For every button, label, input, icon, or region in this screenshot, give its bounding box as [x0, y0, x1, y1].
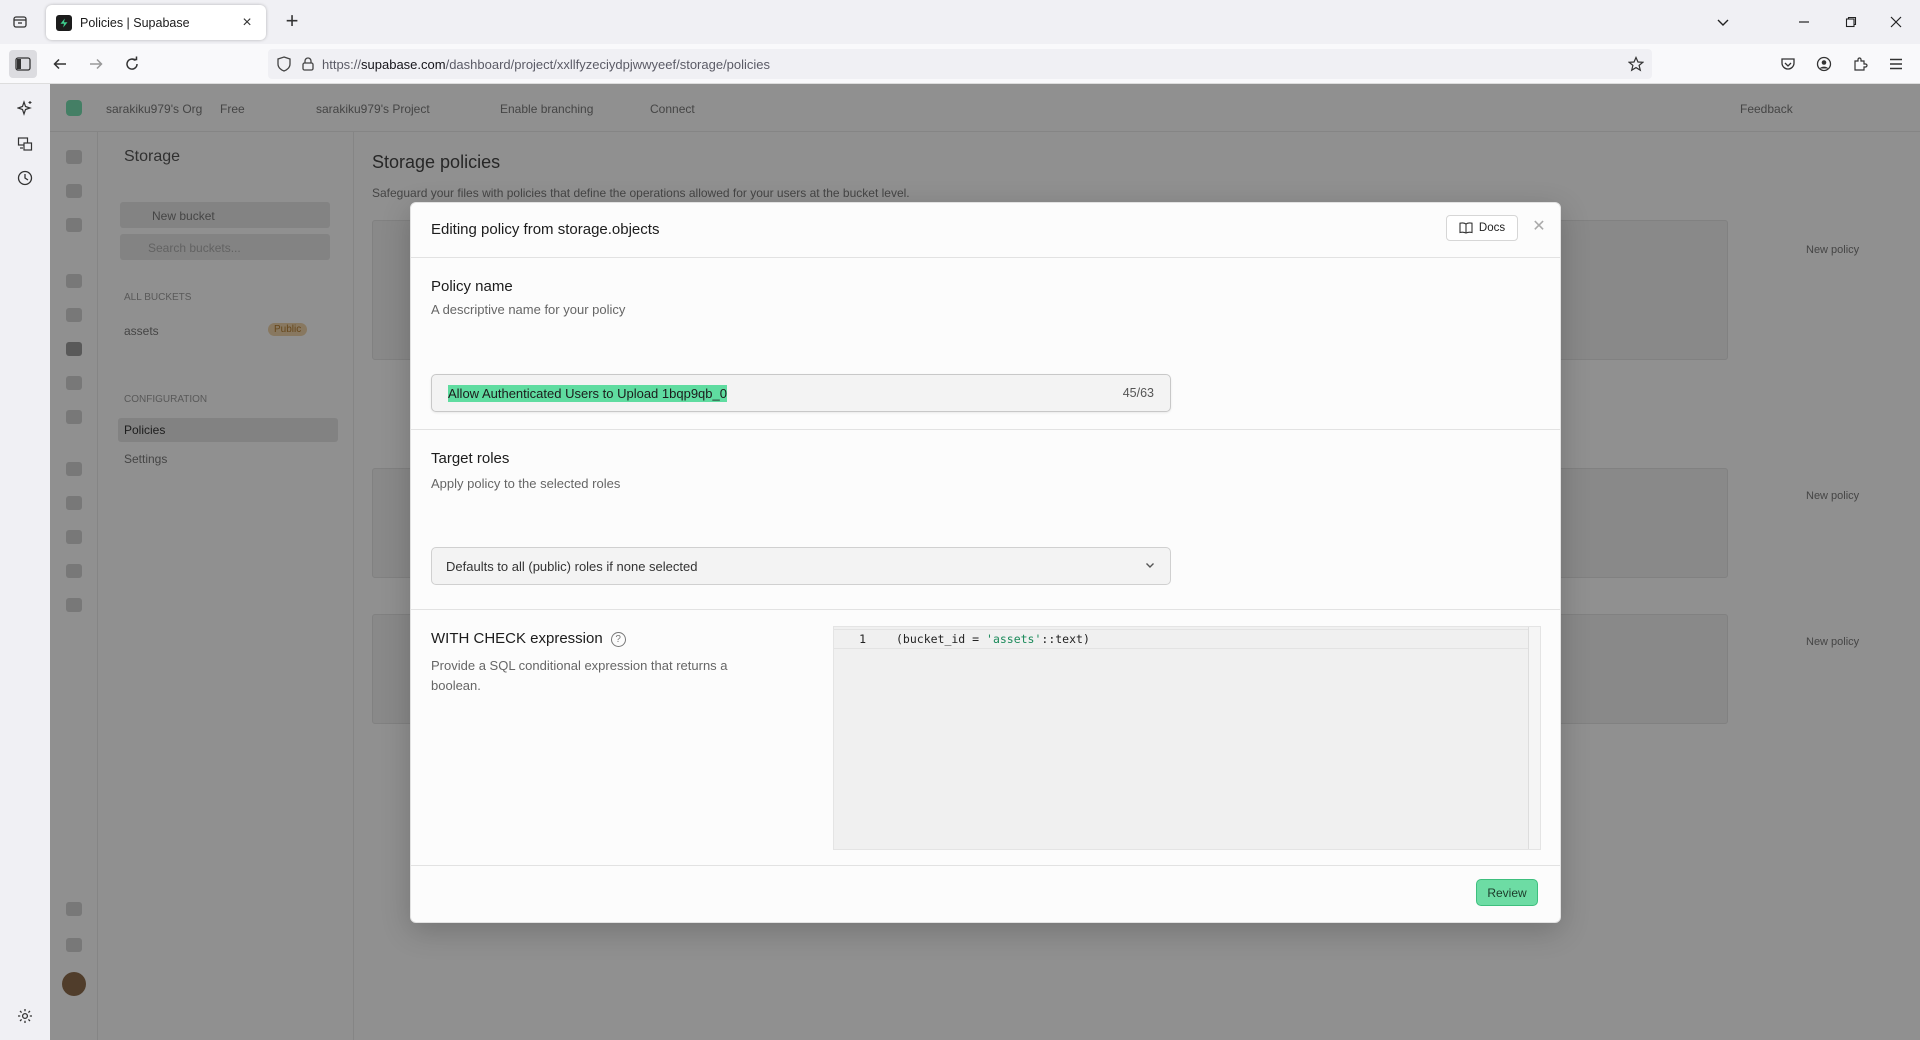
chevron-down-icon — [1144, 559, 1156, 574]
lock-icon[interactable] — [300, 56, 316, 72]
docs-label: Docs — [1478, 222, 1506, 234]
help-circle-icon[interactable]: ? — [610, 631, 626, 647]
policy-name-title: Policy name — [431, 278, 513, 295]
target-roles-placeholder: Defaults to all (public) roles if none s… — [446, 558, 698, 574]
browser-sidebar — [0, 84, 50, 1040]
sidebar-toggle-icon[interactable] — [9, 50, 37, 78]
docs-button[interactable]: Docs — [1446, 215, 1518, 241]
book-icon — [1459, 222, 1473, 234]
reload-icon[interactable] — [118, 50, 146, 78]
editor-scrollbar[interactable] — [1528, 627, 1540, 849]
settings-gear-icon[interactable] — [15, 1006, 35, 1026]
with-check-description: Provide a SQL conditional expression tha… — [431, 658, 728, 693]
edit-policy-dialog: Editing policy from storage.objects Docs… — [410, 202, 1561, 923]
list-all-tabs-icon[interactable] — [1708, 8, 1738, 36]
extensions-icon[interactable] — [1846, 50, 1874, 78]
menu-icon[interactable] — [1882, 50, 1910, 78]
with-check-title: WITH CHECK expression? — [431, 630, 626, 647]
pocket-icon[interactable] — [1774, 50, 1802, 78]
policy-name-value: Allow Authenticated Users to Upload 1bqp… — [448, 384, 727, 402]
tab-close-icon[interactable]: × — [238, 14, 256, 32]
dialog-header: Editing policy from storage.objects Docs… — [411, 203, 1560, 258]
supabase-favicon-icon — [56, 14, 72, 31]
browser-tab-active[interactable]: Policies | Supabase × — [46, 5, 266, 40]
address-bar[interactable]: https://supabase.com/dashboard/project/x… — [268, 49, 1652, 79]
restore-icon[interactable] — [1836, 8, 1866, 36]
ai-sparkle-icon[interactable] — [15, 98, 35, 118]
sql-code-editor[interactable]: 1 (bucket_id = 'assets'::text) — [833, 626, 1541, 850]
policy-name-description: A descriptive name for your policy — [431, 302, 626, 317]
with-check-section: WITH CHECK expression? Provide a SQL con… — [411, 610, 1560, 866]
synced-tabs-icon[interactable] — [15, 134, 35, 154]
minimize-icon[interactable] — [1789, 8, 1819, 36]
policy-name-section: Policy name A descriptive name for your … — [411, 258, 1560, 430]
browser-nav-bar: https://supabase.com/dashboard/project/x… — [0, 44, 1920, 84]
tab-title: Policies | Supabase — [80, 15, 190, 30]
bookmark-star-icon[interactable] — [1628, 56, 1644, 72]
review-button[interactable]: Review — [1476, 879, 1538, 906]
shield-icon[interactable] — [276, 56, 292, 72]
tab-list-icon[interactable] — [8, 10, 32, 34]
sql-expression[interactable]: (bucket_id = 'assets'::text) — [896, 632, 1090, 646]
character-counter: 45/63 — [1122, 386, 1154, 400]
target-roles-description: Apply policy to the selected roles — [431, 476, 621, 491]
url-text: https://supabase.com/dashboard/project/x… — [322, 56, 771, 72]
target-roles-section: Target roles Apply policy to the selecte… — [411, 430, 1560, 610]
account-icon[interactable] — [1810, 50, 1838, 78]
close-icon[interactable]: ✕ — [1529, 217, 1549, 237]
history-icon[interactable] — [15, 168, 35, 188]
editor-line-1[interactable]: 1 (bucket_id = 'assets'::text) — [834, 629, 1528, 649]
forward-icon[interactable] — [82, 50, 110, 78]
browser-tab-bar: Policies | Supabase × + — [0, 0, 1920, 44]
target-roles-select[interactable]: Defaults to all (public) roles if none s… — [431, 547, 1171, 585]
policy-name-input[interactable]: Allow Authenticated Users to Upload 1bqp… — [431, 374, 1171, 412]
line-number: 1 — [859, 632, 866, 646]
target-roles-title: Target roles — [431, 450, 510, 467]
back-icon[interactable] — [46, 50, 74, 78]
new-tab-button[interactable]: + — [280, 10, 304, 34]
close-window-icon[interactable] — [1881, 8, 1911, 36]
dialog-title: Editing policy from storage.objects — [431, 221, 660, 238]
